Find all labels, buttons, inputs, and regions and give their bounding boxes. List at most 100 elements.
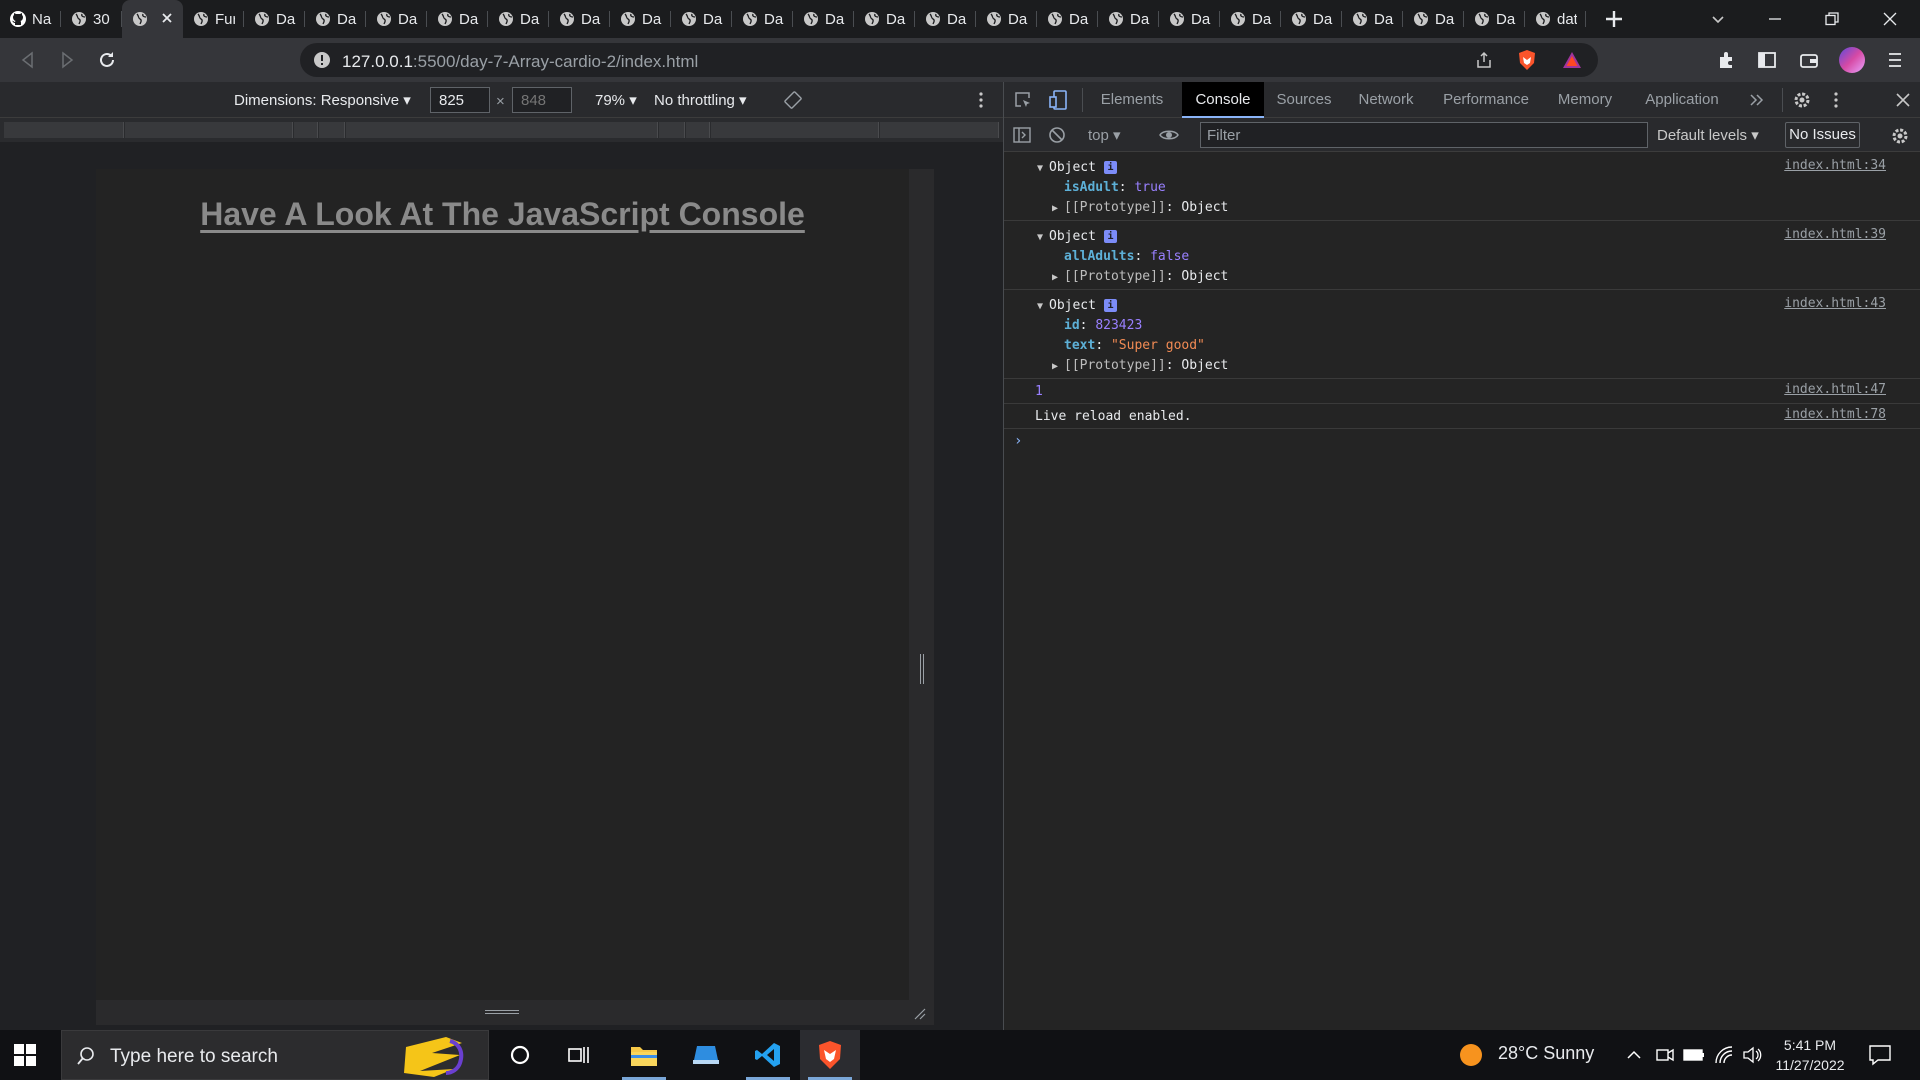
log-levels-dropdown[interactable]: Default levels ▾ xyxy=(1657,126,1759,144)
console-settings-button[interactable] xyxy=(1890,126,1910,146)
media-query-segment[interactable] xyxy=(686,122,710,138)
source-link[interactable]: index.html:34 xyxy=(1784,158,1886,173)
browser-tab[interactable]: Da xyxy=(305,0,366,38)
clear-console-button[interactable] xyxy=(1048,126,1066,144)
browser-tab[interactable]: Da xyxy=(488,0,549,38)
browser-tab[interactable]: Da xyxy=(1220,0,1281,38)
browser-tab[interactable]: dat xyxy=(1525,0,1586,38)
vscode-app[interactable] xyxy=(738,1030,798,1080)
browser-tab[interactable]: Da xyxy=(427,0,488,38)
info-icon[interactable] xyxy=(313,51,331,69)
live-expression-button[interactable] xyxy=(1159,126,1179,144)
dimensions-dropdown[interactable]: Dimensions: Responsive ▾ xyxy=(234,91,411,109)
media-query-segment[interactable] xyxy=(346,122,658,138)
browser-tab[interactable]: Da xyxy=(549,0,610,38)
devtools-tab-elements[interactable]: Elements xyxy=(1092,82,1172,118)
brave-shields-icon[interactable] xyxy=(1517,49,1537,71)
browser-tab[interactable]: Da xyxy=(732,0,793,38)
share-icon[interactable] xyxy=(1475,51,1493,69)
browser-tab[interactable]: Da xyxy=(366,0,427,38)
collapsed-triangle-icon[interactable]: ▶ xyxy=(1052,357,1064,377)
height-input[interactable] xyxy=(512,87,572,113)
browser-tab[interactable]: Da xyxy=(1403,0,1464,38)
source-link[interactable]: index.html:47 xyxy=(1784,382,1886,397)
tab-close-icon[interactable] xyxy=(159,10,175,26)
browser-tab[interactable]: Da xyxy=(610,0,671,38)
devtools-settings-button[interactable] xyxy=(1792,90,1812,110)
object-header[interactable]: ▼ Object i xyxy=(1004,227,1920,247)
media-query-bar[interactable] xyxy=(0,118,1003,142)
prototype-row[interactable]: ▶ [[Prototype]]: Object xyxy=(1004,356,1920,376)
info-badge-icon[interactable]: i xyxy=(1103,230,1117,243)
brave-rewards-icon[interactable] xyxy=(1562,51,1582,69)
file-explorer-app[interactable] xyxy=(614,1030,674,1080)
rotate-button[interactable] xyxy=(784,91,802,109)
zoom-dropdown[interactable]: 79% ▾ xyxy=(595,91,637,109)
devtools-tab-console[interactable]: Console xyxy=(1182,82,1264,118)
media-query-segment[interactable] xyxy=(125,122,293,138)
context-selector[interactable]: top ▾ xyxy=(1088,126,1121,144)
weather-sun-icon[interactable] xyxy=(1460,1044,1482,1066)
tab-search-button[interactable] xyxy=(1710,11,1726,27)
brave-browser-app[interactable] xyxy=(800,1030,860,1080)
device-more-button[interactable] xyxy=(972,91,990,109)
volume-icon[interactable] xyxy=(1742,1045,1762,1065)
object-header[interactable]: ▼ Object i xyxy=(1004,158,1920,178)
source-link[interactable]: index.html:78 xyxy=(1784,407,1886,422)
browser-tab[interactable]: 30 xyxy=(61,0,122,38)
menu-button[interactable] xyxy=(1885,50,1905,70)
browser-tab[interactable]: Da xyxy=(976,0,1037,38)
devtools-tab-network[interactable]: Network xyxy=(1344,82,1428,118)
console-filter-input[interactable] xyxy=(1200,122,1648,148)
browser-tab[interactable]: Da xyxy=(1342,0,1403,38)
devtools-tab-application[interactable]: Application xyxy=(1634,82,1730,118)
console-sidebar-button[interactable] xyxy=(1013,126,1031,144)
address-bar[interactable]: 127.0.0.1:5500/day-7-Array-cardio-2/inde… xyxy=(300,43,1598,77)
close-window-button[interactable] xyxy=(1862,0,1918,38)
browser-tab[interactable]: Da xyxy=(1098,0,1159,38)
expanded-triangle-icon[interactable]: ▼ xyxy=(1037,228,1049,248)
wallet-button[interactable] xyxy=(1799,50,1819,70)
expanded-triangle-icon[interactable]: ▼ xyxy=(1037,297,1049,317)
devtools-close-button[interactable] xyxy=(1895,92,1911,108)
browser-tab[interactable]: Da xyxy=(1159,0,1220,38)
resize-corner-icon[interactable] xyxy=(912,1006,926,1020)
media-query-segment[interactable] xyxy=(319,122,345,138)
extensions-button[interactable] xyxy=(1717,50,1737,70)
resize-handle-bottom[interactable] xyxy=(96,1000,934,1025)
browser-tab[interactable]: Da xyxy=(671,0,732,38)
prototype-row[interactable]: ▶ [[Prototype]]: Object xyxy=(1004,198,1920,218)
browser-tab-active[interactable] xyxy=(122,0,183,38)
meet-now-icon[interactable] xyxy=(1655,1045,1675,1065)
cortana-button[interactable] xyxy=(490,1030,550,1080)
system-clock[interactable]: 5:41 PM 11/27/2022 xyxy=(1770,1035,1850,1075)
info-badge-icon[interactable]: i xyxy=(1103,299,1117,312)
console-prompt[interactable]: › xyxy=(1004,429,1920,453)
devtools-tab-memory[interactable]: Memory xyxy=(1546,82,1624,118)
tray-overflow-button[interactable] xyxy=(1625,1046,1643,1064)
start-button[interactable] xyxy=(14,1044,36,1066)
resize-handle-right[interactable] xyxy=(909,169,934,1000)
back-button[interactable] xyxy=(18,50,38,70)
devtools-menu-button[interactable] xyxy=(1827,91,1845,109)
media-query-segment[interactable] xyxy=(4,122,124,138)
devtools-tab-sources[interactable]: Sources xyxy=(1268,82,1340,118)
taskbar-search-box[interactable]: Type here to search xyxy=(61,1030,489,1080)
collapsed-triangle-icon[interactable]: ▶ xyxy=(1052,268,1064,288)
width-input[interactable] xyxy=(430,87,490,113)
info-badge-icon[interactable]: i xyxy=(1103,161,1117,174)
media-query-segment[interactable] xyxy=(880,122,999,138)
wifi-icon[interactable] xyxy=(1714,1045,1734,1065)
inspect-element-button[interactable] xyxy=(1014,91,1032,109)
source-link[interactable]: index.html:43 xyxy=(1784,296,1886,311)
forward-button[interactable] xyxy=(57,50,77,70)
issues-button[interactable]: No Issues xyxy=(1785,122,1860,148)
notifications-button[interactable] xyxy=(1868,1044,1892,1066)
browser-tab[interactable]: Da xyxy=(1037,0,1098,38)
remote-desktop-app[interactable] xyxy=(676,1030,736,1080)
browser-tab[interactable]: Fur xyxy=(183,0,244,38)
battery-icon[interactable] xyxy=(1683,1045,1705,1065)
reload-button[interactable] xyxy=(97,50,117,70)
browser-tab[interactable]: Da xyxy=(244,0,305,38)
new-tab-button[interactable] xyxy=(1603,8,1625,30)
